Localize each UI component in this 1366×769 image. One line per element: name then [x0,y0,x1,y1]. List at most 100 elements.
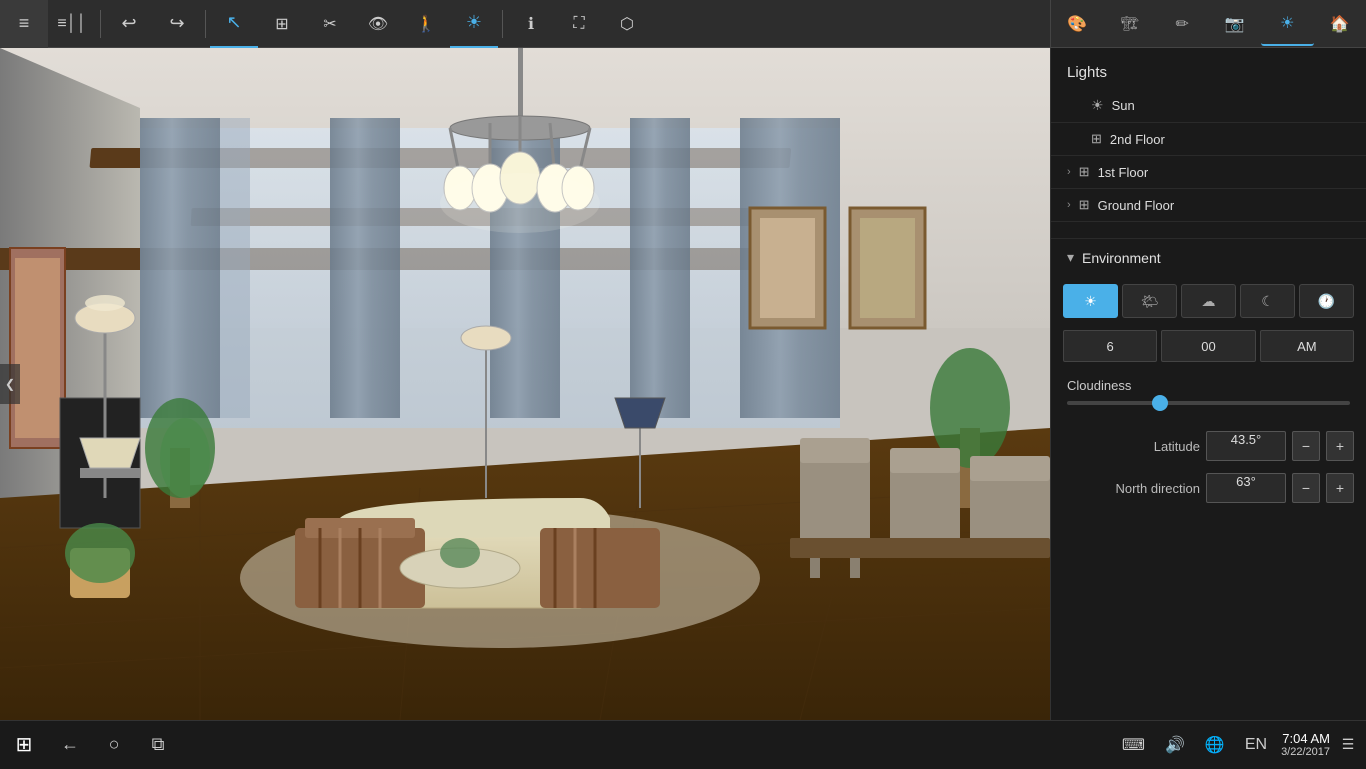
latitude-row: Latitude 43.5° − + [1051,425,1366,467]
undo-button[interactable]: ↩ [105,0,153,48]
time-hour-value: 6 [1107,339,1114,354]
toolbar-sep-2 [205,10,206,38]
time-hour-input[interactable]: 6 [1063,330,1157,362]
cloudiness-slider[interactable] [1067,401,1350,405]
sun-item-icon: ☀ [1091,97,1104,114]
ground-floor-chevron: › [1067,199,1071,211]
env-cloudy-button[interactable]: ☁ [1181,284,1236,318]
env-chevron: ▾ [1067,249,1074,266]
cloudiness-section: Cloudiness [1051,366,1366,425]
right-panel: Lights ☀ Sun ⊞ 2nd Floor › ⊞ 1st Floor ›… [1050,48,1366,768]
language-icon[interactable]: EN [1239,736,1273,754]
env-night-button[interactable]: ☾ [1240,284,1295,318]
start-icon: ⊞ [16,732,33,757]
panel-home-button[interactable]: 🏠 [1314,2,1366,46]
fullscreen-button[interactable]: ⛶ [555,0,603,48]
north-direction-plus-icon: + [1336,480,1344,496]
dawn-icon: ☀ [1084,293,1097,310]
1st-floor-chevron: › [1067,166,1071,178]
task-view-button[interactable]: ⧉ [136,723,180,767]
latitude-label: Latitude [1063,439,1200,454]
environment-header[interactable]: ▾ Environment [1051,238,1366,276]
time-minute-input[interactable]: 00 [1161,330,1255,362]
env-sunny-button[interactable]: 🌤 [1122,284,1177,318]
lights-ground-floor-item[interactable]: › ⊞ Ground Floor [1051,189,1366,222]
panel-decorate-button[interactable]: 🎨 [1051,2,1104,46]
view-button[interactable]: 👁 [354,0,402,48]
redo-button[interactable]: ↪ [153,0,201,48]
environment-section: ▾ Environment ☀ 🌤 ☁ ☾ 🕐 6 [1051,238,1366,509]
north-direction-minus-button[interactable]: − [1292,473,1320,503]
menu-icon: ≡ [19,13,30,34]
start-button[interactable]: ⊞ [0,721,48,769]
keyboard-icon[interactable]: ⌨ [1116,735,1151,755]
lights-1st-floor-item[interactable]: › ⊞ 1st Floor [1051,156,1366,189]
latitude-value: 43.5° [1231,432,1262,447]
panel-draw-button[interactable]: ✏ [1156,2,1209,46]
walk-icon: 🚶 [416,14,436,34]
toolbar-sep-3 [502,10,503,38]
lights-title: Lights [1051,60,1366,89]
undo-icon: ↩ [121,13,136,34]
viewport[interactable]: ❮ [0,48,1050,720]
north-direction-input[interactable]: 63° [1206,473,1286,503]
2nd-floor-item-icon: ⊞ [1091,131,1102,147]
3d-button[interactable]: ⬡ [603,0,651,48]
north-direction-plus-button[interactable]: + [1326,473,1354,503]
notification-icon[interactable]: ☰ [1338,735,1358,755]
lights-2nd-floor-item[interactable]: ⊞ 2nd Floor [1051,123,1366,156]
latitude-minus-button[interactable]: − [1292,431,1320,461]
latitude-input[interactable]: 43.5° [1206,431,1286,461]
cortana-icon: ○ [109,734,120,755]
cloudiness-label: Cloudiness [1067,378,1350,393]
scissors-button[interactable]: ✂ [306,0,354,48]
pencil-icon: ✏ [1176,14,1189,34]
latitude-plus-button[interactable]: + [1326,431,1354,461]
right-panel-toolbar: 🎨 🏗 ✏ 📷 ☀ 🏠 [1050,0,1366,48]
taskbar: ⊞ ← ○ ⧉ ⌨ 🔊 🌐 EN 7:04 AM 3/22/2017 ☰ [0,720,1366,768]
latitude-minus-icon: − [1302,438,1310,454]
volume-icon[interactable]: 🔊 [1159,735,1191,755]
panel-lights-button[interactable]: ☀ [1261,2,1314,46]
lights-section: Lights ☀ Sun ⊞ 2nd Floor › ⊞ 1st Floor ›… [1051,48,1366,234]
lights-sun-item[interactable]: ☀ Sun [1051,89,1366,123]
lights-button[interactable]: ☀ [450,0,498,48]
scissors-icon: ✂ [323,14,336,34]
info-button[interactable]: ℹ [507,0,555,48]
time-ampm-input[interactable]: AM [1260,330,1354,362]
network-icon[interactable]: 🌐 [1199,735,1231,755]
paint-icon: 🎨 [1067,14,1087,34]
cortana-button[interactable]: ○ [92,723,136,767]
environment-title: Environment [1082,250,1161,266]
time-ampm-value: AM [1297,339,1317,354]
sun-item-label: Sun [1112,98,1135,113]
cloudy-icon: ☁ [1202,293,1216,310]
left-collapse-arrow[interactable]: ❮ [0,364,20,404]
1st-floor-item-label: 1st Floor [1098,165,1149,180]
home-icon: 🏠 [1330,14,1350,34]
panel-build-button[interactable]: 🏗 [1104,2,1157,46]
sun-toolbar-icon: ☀ [466,12,482,33]
back-button[interactable]: ← [48,723,92,767]
panel-camera-button[interactable]: 📷 [1209,2,1262,46]
env-clock-button[interactable]: 🕐 [1299,284,1354,318]
arrange-button[interactable]: ⊞ [258,0,306,48]
env-dawn-button[interactable]: ☀ [1063,284,1118,318]
night-icon: ☾ [1261,293,1274,310]
ground-floor-item-icon: ⊞ [1079,197,1090,213]
library-button[interactable]: ≡││ [48,0,96,48]
sun-panel-icon: ☀ [1280,13,1294,33]
north-direction-value: 63° [1236,474,1256,489]
arrange-icon: ⊞ [275,14,288,34]
menu-button[interactable]: ≡ [0,0,48,48]
task-view-icon: ⧉ [152,734,165,755]
clock-time: 7:04 AM [1281,731,1330,746]
taskbar-clock[interactable]: 7:04 AM 3/22/2017 [1281,731,1330,758]
cube-icon: ⬡ [620,14,634,34]
redo-icon: ↪ [169,13,184,34]
select-button[interactable]: ↖ [210,0,258,48]
walk-button[interactable]: 🚶 [402,0,450,48]
north-direction-label: North direction [1063,481,1200,496]
cloudiness-thumb[interactable] [1152,395,1168,411]
time-row: 6 00 AM [1051,326,1366,366]
